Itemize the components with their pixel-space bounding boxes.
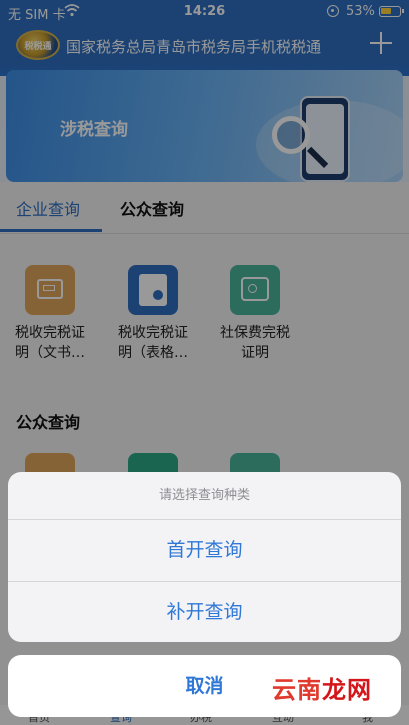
first-issue-query-button[interactable]: 首开查询 xyxy=(8,520,401,581)
action-sheet: 请选择查询种类 首开查询 补开查询 xyxy=(8,472,401,642)
reissue-query-button[interactable]: 补开查询 xyxy=(8,581,401,642)
watermark: 云南龙网 xyxy=(272,676,372,704)
action-sheet-title: 请选择查询种类 xyxy=(8,472,401,520)
